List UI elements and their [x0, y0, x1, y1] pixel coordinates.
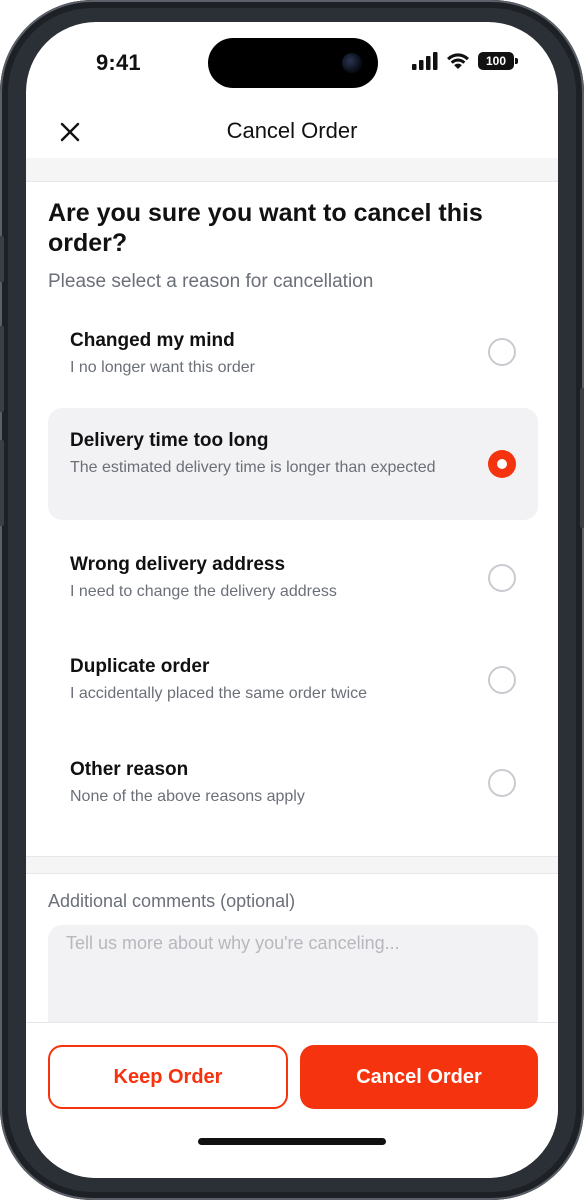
keep-order-button[interactable]: Keep Order — [48, 1045, 288, 1109]
wifi-icon — [447, 53, 469, 69]
reason-radio[interactable] — [488, 769, 516, 797]
header: Cancel Order — [26, 108, 558, 156]
reason-description: I no longer want this order — [70, 359, 255, 376]
reason-radio[interactable] — [488, 666, 516, 694]
status-icons: 100 — [412, 52, 518, 70]
reason-option-delivery-time[interactable]: Delivery time too long The estimated del… — [48, 408, 538, 520]
reason-radio-selected[interactable] — [488, 450, 516, 478]
reason-title: Changed my mind — [70, 330, 235, 351]
reason-option-other[interactable]: Other reason None of the above reasons a… — [48, 738, 538, 838]
reason-description: None of the above reasons apply — [70, 788, 305, 805]
reason-title: Duplicate order — [70, 656, 210, 677]
status-bar: 9:41 100 — [26, 22, 558, 108]
section-divider — [26, 856, 558, 874]
page-title: Cancel Order — [226, 118, 358, 143]
cellular-signal-icon — [412, 52, 438, 70]
volume-down-button — [0, 440, 4, 526]
camera-icon — [342, 53, 362, 73]
screen: 9:41 100 Cancel Order Are you sure you w… — [26, 22, 558, 1178]
status-time: 9:41 — [96, 50, 141, 75]
reason-description: I accidentally placed the same order twi… — [70, 685, 368, 702]
reason-title: Other reason — [70, 759, 189, 780]
battery-icon: 100 — [478, 52, 518, 70]
confirmation-question: Are you sure you want to cancel this ord… — [48, 199, 483, 257]
footer-actions: Keep Order Cancel Order — [26, 1022, 558, 1178]
comments-label: Additional comments (optional) — [48, 891, 296, 911]
reason-option-wrong-address[interactable]: Wrong delivery address I need to change … — [48, 534, 538, 634]
reason-option-duplicate[interactable]: Duplicate order I accidentally placed th… — [48, 636, 538, 736]
cancel-order-button[interactable]: Cancel Order — [300, 1045, 538, 1109]
reason-title: Wrong delivery address — [70, 554, 286, 575]
battery-level: 100 — [485, 54, 507, 68]
reason-radio[interactable] — [488, 338, 516, 366]
volume-up-button — [0, 326, 4, 412]
phone-frame: 9:41 100 Cancel Order Are you sure you w… — [0, 0, 584, 1200]
section-divider — [26, 158, 558, 182]
reason-radio[interactable] — [488, 564, 516, 592]
reason-description: The estimated delivery time is longer th… — [70, 459, 436, 476]
home-indicator[interactable] — [198, 1138, 386, 1145]
reason-title: Delivery time too long — [70, 430, 269, 451]
dynamic-island — [208, 38, 378, 88]
power-button — [580, 388, 584, 528]
reason-option-changed-mind[interactable]: Changed my mind I no longer want this or… — [48, 308, 538, 412]
reason-description: I need to change the delivery address — [70, 583, 337, 600]
action-button — [0, 236, 4, 282]
reason-prompt: Please select a reason for cancellation — [48, 271, 374, 292]
